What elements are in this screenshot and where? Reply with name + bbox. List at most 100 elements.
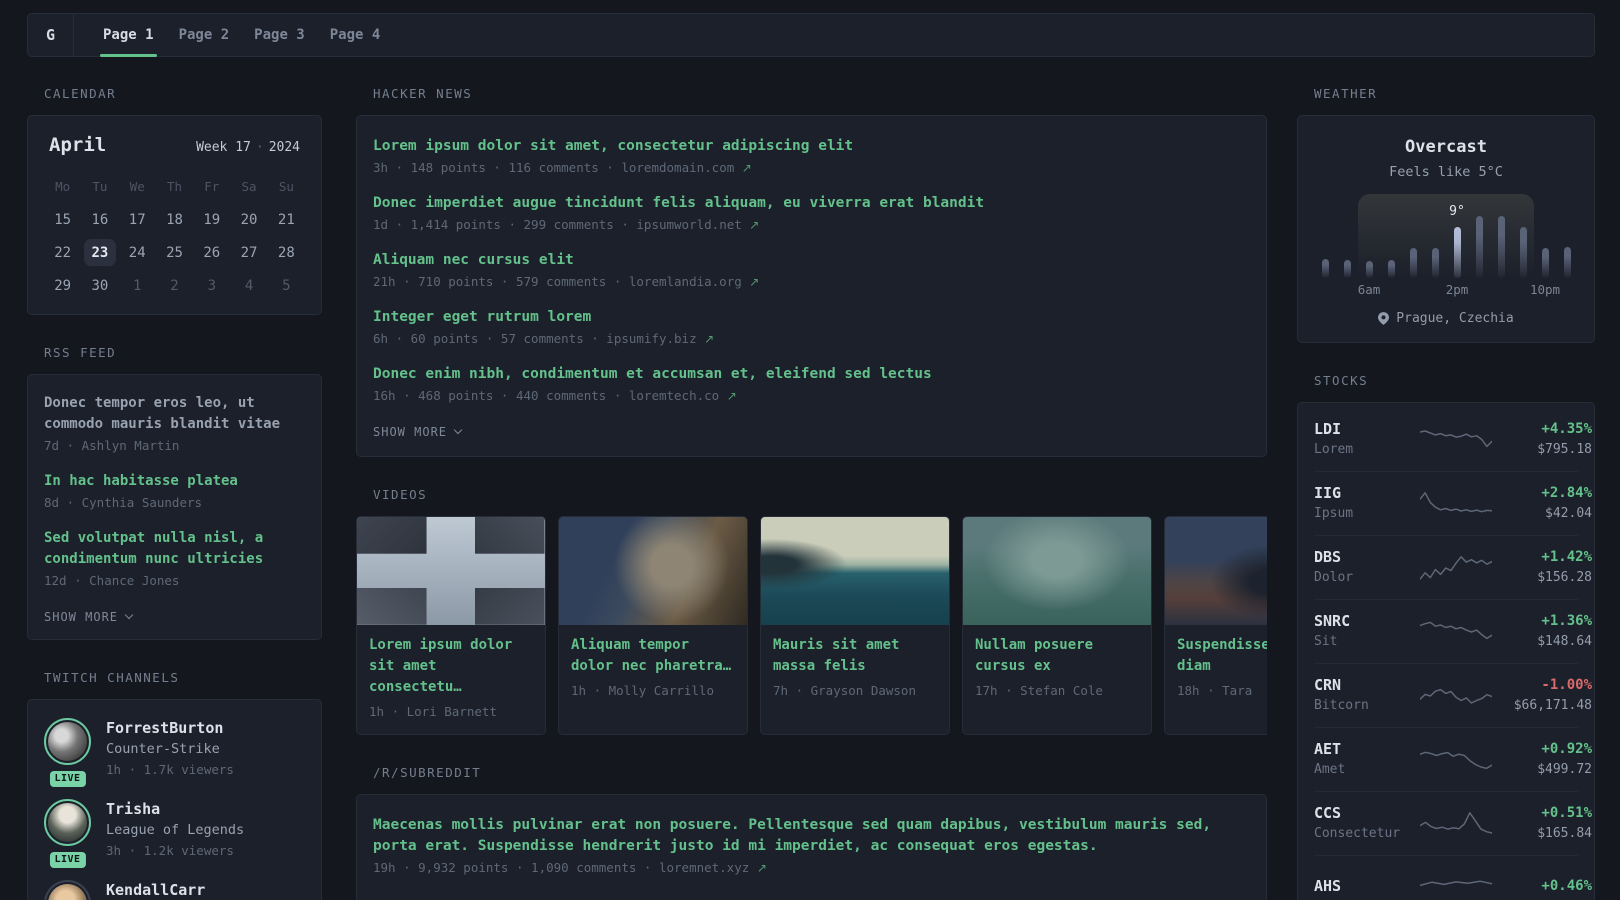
stock-spark-wrap	[1420, 740, 1492, 778]
videos-row: Lorem ipsum dolor sit amet consectetu… 1…	[356, 516, 1267, 735]
calendar-month: April	[49, 134, 107, 156]
calendar-day: 19	[203, 211, 221, 228]
stock-symbol: AET	[1314, 740, 1342, 758]
stock-row[interactable]: IIG Ipsum +2.84% $42.04	[1314, 471, 1592, 535]
weather-bar	[1453, 227, 1461, 278]
video-card-body: Aliquam tempor dolor nec pharetra… 1h · …	[559, 625, 747, 713]
live-badge: LIVE	[49, 852, 86, 868]
stock-sparkline	[1420, 751, 1492, 770]
calendar-day: 30	[91, 277, 109, 294]
video-card[interactable]: Mauris sit amet massa felis 7h · Grayson…	[760, 516, 950, 735]
stock-name: Sit	[1314, 634, 1338, 649]
time-label: 6am	[1357, 282, 1381, 297]
avatar-wrap	[44, 880, 91, 900]
source-domain[interactable]: loremlandia.org	[629, 274, 742, 289]
weather-card: Overcast Feels like 5°C 9° 6am 2pm 10pm Pr…	[1297, 115, 1595, 343]
channel-name: Trisha	[106, 800, 161, 818]
hn-item: Integer eget rutrum lorem 6h · 60 points…	[373, 307, 1250, 350]
video-title: Nullam posuere cursus ex	[975, 637, 1094, 674]
video-card[interactable]: Nullam posuere cursus ex 17h · Stefan Co…	[962, 516, 1152, 735]
stock-name: Ipsum	[1314, 506, 1354, 521]
left-column: CALENDAR April Week 17 · 2024 Mo Tu We Th Fr Sa…	[27, 85, 322, 900]
rss-item-title[interactable]: In hac habitasse platea	[44, 471, 305, 492]
dot-separator: ·	[255, 140, 264, 155]
stock-row[interactable]: AHS +0.46%	[1314, 855, 1592, 900]
stock-row[interactable]: CCS Consectetur +0.51% $165.84	[1314, 791, 1592, 855]
stock-sparkline	[1420, 621, 1492, 640]
source-domain[interactable]: loremnet.xyz	[659, 860, 749, 875]
rss-item-title[interactable]: Donec tempor eros leo, ut commodo mauris…	[44, 393, 305, 435]
channel-info: Trisha League of Legends 3h · 1.2k viewe…	[106, 799, 244, 861]
tab-page-1[interactable]: Page 1	[100, 14, 157, 57]
twitch-widget-label: TWITCH CHANNELS	[44, 670, 180, 685]
twitch-channel[interactable]: LIVE ForrestBurton Counter-Strike 1h · 1…	[44, 718, 305, 787]
calendar-day: 27	[240, 244, 258, 261]
video-card-body: Mauris sit amet massa felis 7h · Grayson…	[761, 625, 949, 713]
video-card-body: Nullam posuere cursus ex 17h · Stefan Co…	[963, 625, 1151, 713]
twitch-channel[interactable]: LIVE Trisha League of Legends 3h · 1.2k …	[44, 799, 305, 868]
stocks-card: LDI Lorem +4.35% $795.18 IIG Ipsum +2.84…	[1297, 402, 1595, 900]
time-label: 2pm	[1445, 282, 1469, 297]
video-thumbnail	[761, 517, 949, 625]
stock-symbol: DBS	[1314, 548, 1342, 566]
app-logo[interactable]: G	[28, 14, 74, 56]
twitch-channel[interactable]: KendallCarr	[44, 880, 305, 900]
stock-row[interactable]: DBS Dolor +1.42% $156.28	[1314, 535, 1592, 599]
video-card[interactable]: Lorem ipsum dolor sit amet consectetu… 1…	[356, 516, 546, 735]
stock-name: Bitcorn	[1314, 698, 1369, 713]
external-link-icon: ↗	[749, 218, 760, 232]
stock-row[interactable]: AET Amet +0.92% $499.72	[1314, 727, 1592, 791]
stock-change: +1.42%	[1541, 549, 1592, 565]
subreddit-post-title[interactable]: Maecenas mollis pulvinar erat non posuer…	[373, 815, 1250, 857]
tab-page-2[interactable]: Page 2	[176, 14, 233, 56]
stock-price: $66,171.48	[1513, 698, 1592, 713]
source-domain[interactable]: loremdomain.com	[621, 160, 734, 175]
channel-meta: 3h · 1.2k viewers	[106, 843, 234, 858]
calendar-day: 20	[240, 211, 258, 228]
video-card[interactable]: Suspendisse diam 18h · Tara	[1164, 516, 1267, 735]
hn-item-title[interactable]: Integer eget rutrum lorem	[373, 307, 1250, 328]
stock-symbol: CRN	[1314, 676, 1342, 694]
stock-price: $795.18	[1537, 442, 1592, 457]
stock-row[interactable]: CRN Bitcorn -1.00% $66,171.48	[1314, 663, 1592, 727]
video-card[interactable]: Aliquam tempor dolor nec pharetra… 1h · …	[558, 516, 748, 735]
video-title: Mauris sit amet massa felis	[773, 637, 900, 674]
weekday-header: Th	[166, 179, 183, 194]
stocks-widget-label: STOCKS	[1314, 373, 1369, 388]
calendar-day: 22	[54, 244, 72, 261]
tab-page-4[interactable]: Page 4	[327, 14, 384, 56]
show-more-label: SHOW MORE	[373, 425, 448, 439]
hn-item-title[interactable]: Aliquam nec cursus elit	[373, 250, 1250, 271]
video-meta: 1h · Molly Carrillo	[571, 683, 714, 698]
stock-row[interactable]: SNRC Sit +1.36% $148.64	[1314, 599, 1592, 663]
video-card-body: Lorem ipsum dolor sit amet consectetu… 1…	[357, 625, 545, 734]
source-domain[interactable]: ipsumworld.net	[636, 217, 741, 232]
hn-show-more-button[interactable]: SHOW MORE	[373, 425, 463, 439]
rss-show-more-button[interactable]: SHOW MORE	[44, 610, 134, 624]
hn-item-title[interactable]: Donec enim nibh, condimentum et accumsan…	[373, 364, 1250, 385]
rss-item-title[interactable]: Sed volutpat nulla nisl, a condimentum n…	[44, 528, 305, 570]
weather-bar	[1541, 248, 1549, 278]
stock-symbol: IIG	[1314, 484, 1342, 502]
calendar-grid: Mo Tu We Th Fr Sa Su 15 16 17 18 19 20 21 22 23 24 25 26 27…	[44, 172, 305, 302]
stock-row[interactable]: LDI Lorem +4.35% $795.18	[1314, 408, 1592, 471]
source-domain[interactable]: ipsumify.biz	[606, 331, 696, 346]
external-link-icon: ↗	[749, 275, 760, 289]
hn-item-title[interactable]: Lorem ipsum dolor sit amet, consectetur …	[373, 136, 1250, 157]
rss-item: In hac habitasse platea 8d · Cynthia Sau…	[44, 471, 305, 513]
weather-widget: WEATHER Overcast Feels like 5°C 9° 6am 2p…	[1297, 85, 1595, 343]
time-label: 10pm	[1529, 282, 1561, 297]
stock-name: Amet	[1314, 762, 1346, 777]
tab-page-3[interactable]: Page 3	[251, 14, 308, 56]
weekday-header: Mo	[55, 179, 71, 194]
subreddit-widget: /R/SUBREDDIT Maecenas mollis pulvinar er…	[356, 764, 1267, 900]
stock-sparkline	[1420, 556, 1492, 580]
stock-id: LDI Lorem	[1314, 419, 1420, 459]
stock-spark-wrap	[1420, 804, 1492, 842]
stock-change: +0.46%	[1541, 877, 1592, 894]
subreddit-post: Maecenas mollis pulvinar erat non posuer…	[373, 815, 1250, 879]
weather-bar-slot	[1468, 216, 1490, 278]
stock-sparkline	[1420, 880, 1492, 887]
source-domain[interactable]: loremtech.co	[629, 388, 719, 403]
hn-item-title[interactable]: Donec imperdiet augue tincidunt felis al…	[373, 193, 1250, 214]
